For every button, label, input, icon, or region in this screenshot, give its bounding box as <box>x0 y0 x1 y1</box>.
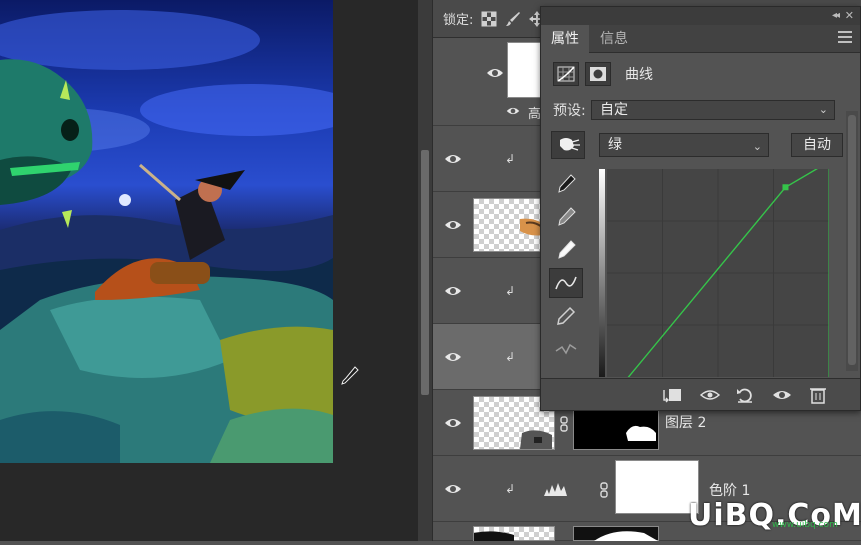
clip-to-layer-icon[interactable] <box>661 386 683 404</box>
collapse-icon[interactable]: ◂◂ <box>832 10 840 21</box>
preset-dropdown[interactable]: 自定 ⌄ <box>591 100 835 120</box>
adjustment-header: 曲线 <box>553 61 653 87</box>
layer-name[interactable]: 图层 2 <box>665 412 706 432</box>
eye-icon[interactable] <box>444 282 462 300</box>
eye-icon[interactable] <box>506 104 520 118</box>
curve-point-tool-icon[interactable] <box>549 268 583 298</box>
trash-icon[interactable] <box>807 386 829 404</box>
reset-icon[interactable] <box>734 386 756 404</box>
smooth-tool-icon[interactable] <box>549 334 583 364</box>
layer-mask-thumbnail[interactable] <box>615 460 699 514</box>
hand-adjust-icon[interactable] <box>551 131 585 159</box>
close-icon[interactable]: ✕ <box>845 9 854 22</box>
properties-toolbar <box>541 378 860 410</box>
output-gradient-bar <box>599 169 605 377</box>
canvas-scrollbar[interactable] <box>418 0 432 541</box>
visibility-icon[interactable] <box>771 386 793 404</box>
curve-control-point <box>782 184 789 191</box>
properties-panel: ◂◂ ✕ 属性 信息 曲线 预设: 自定 ⌄ 绿 ⌄ 自动 <box>540 6 861 411</box>
clip-arrow-icon: ↲ <box>505 284 516 298</box>
preset-value: 自定 <box>600 102 628 118</box>
pencil-tool-icon[interactable] <box>549 301 583 331</box>
adjustment-title: 曲线 <box>625 67 653 83</box>
curve-tools <box>549 169 585 367</box>
properties-scrollbar[interactable] <box>846 111 858 371</box>
curves-graph[interactable] <box>606 158 832 404</box>
eyedropper-gray-icon[interactable] <box>549 202 583 232</box>
clip-arrow-icon: ↲ <box>505 350 516 364</box>
panel-menu-icon[interactable] <box>838 31 852 46</box>
auto-button[interactable]: 自动 <box>791 133 843 157</box>
channel-value: 绿 <box>608 137 622 153</box>
chevron-down-icon: ⌄ <box>752 140 762 153</box>
layer-name[interactable]: 色阶 1 <box>709 480 750 500</box>
chain-link-icon[interactable] <box>599 482 609 501</box>
eyedropper-cursor-icon <box>340 365 360 391</box>
panel-titlebar[interactable]: ◂◂ ✕ <box>541 7 860 25</box>
eye-icon[interactable] <box>486 64 504 82</box>
document-canvas[interactable] <box>0 0 432 541</box>
chevron-down-icon: ⌄ <box>818 103 828 116</box>
layer-mask-thumbnail[interactable] <box>573 526 659 541</box>
watermark-logo: UiBQ.CoM www.uibq.com <box>688 498 861 533</box>
tab-info[interactable]: 信息 <box>590 25 638 53</box>
chain-link-icon[interactable] <box>559 416 569 435</box>
artwork-image <box>0 0 333 463</box>
eye-icon[interactable] <box>444 348 462 366</box>
eye-icon[interactable] <box>444 480 462 498</box>
preset-row: 预设: 自定 ⌄ <box>553 99 835 121</box>
eye-icon[interactable] <box>444 414 462 432</box>
eyedropper-white-icon[interactable] <box>549 235 583 265</box>
preset-label: 预设: <box>553 103 586 119</box>
watermark-subtext: www.uibq.com <box>772 520 838 530</box>
eye-icon[interactable] <box>444 216 462 234</box>
eye-icon[interactable] <box>444 150 462 168</box>
curves-grid-icon[interactable] <box>553 62 579 86</box>
brush-lock-icon[interactable] <box>505 11 521 27</box>
layer-thumbnail[interactable] <box>473 526 555 541</box>
tab-properties[interactable]: 属性 <box>541 25 589 53</box>
clip-arrow-icon: ↲ <box>505 152 516 166</box>
clip-arrow-icon: ↲ <box>505 482 516 496</box>
checkerboard-lock-icon[interactable] <box>481 11 497 27</box>
levels-histogram-icon <box>543 480 569 498</box>
panel-tabs: 属性 信息 <box>541 25 860 53</box>
eyedropper-black-icon[interactable] <box>549 169 583 199</box>
channel-dropdown[interactable]: 绿 ⌄ <box>599 133 769 157</box>
mask-icon[interactable] <box>585 62 611 86</box>
lock-label: 锁定: <box>443 13 474 28</box>
view-previous-icon[interactable] <box>699 386 721 404</box>
